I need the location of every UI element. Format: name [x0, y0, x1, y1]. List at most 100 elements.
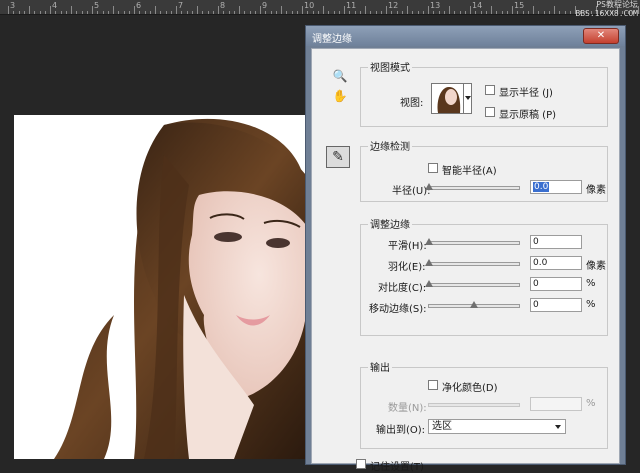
- ruler-number: 15: [514, 1, 525, 10]
- ruler-tick: [71, 6, 72, 14]
- ruler-minor-tick: [212, 11, 214, 14]
- radius-input[interactable]: 0.0: [530, 180, 582, 194]
- view-mode-group: [360, 67, 608, 127]
- smooth-input[interactable]: 0: [530, 235, 582, 249]
- ruler-tick: [491, 6, 492, 14]
- contrast-input[interactable]: 0: [530, 277, 582, 291]
- ruler-minor-tick: [454, 11, 456, 14]
- radius-value: 0.0: [533, 182, 550, 192]
- hand-icon[interactable]: ✋: [330, 87, 350, 105]
- ruler-minor-tick: [118, 11, 120, 14]
- dialog-titlebar[interactable]: 调整边缘 ✕: [306, 26, 625, 46]
- ruler-minor-tick: [506, 11, 508, 14]
- ruler-tick: [428, 6, 429, 14]
- ruler-minor-tick: [291, 11, 293, 14]
- show-original-checkbox[interactable]: [485, 107, 495, 117]
- ruler-number: 5: [94, 1, 100, 10]
- ruler-minor-tick: [249, 11, 251, 14]
- ruler-minor-tick: [543, 11, 545, 14]
- ruler-number: 7: [178, 1, 184, 10]
- refine-radius-brush-icon[interactable]: ✎: [326, 146, 350, 168]
- ruler-minor-tick: [559, 11, 561, 14]
- shift-edge-slider-thumb[interactable]: [470, 301, 478, 308]
- contrast-slider[interactable]: [425, 280, 520, 287]
- watermark: PS教程论坛 BBS.16XX8.COM: [575, 0, 638, 18]
- feather-label: 羽化(E):: [388, 262, 426, 273]
- smart-radius-label: 智能半径(A): [442, 166, 497, 177]
- ruler-minor-tick: [307, 11, 309, 14]
- show-radius-checkbox[interactable]: [485, 85, 495, 95]
- ruler-minor-tick: [86, 11, 88, 14]
- ruler-tick: [134, 6, 135, 14]
- ruler-minor-tick: [485, 11, 487, 14]
- show-radius-label: 显示半径 (J): [499, 88, 553, 99]
- ruler-minor-tick: [55, 11, 57, 14]
- ruler-minor-tick: [60, 11, 62, 14]
- shift-edge-label: 移动边缘(S):: [369, 304, 427, 315]
- ruler-minor-tick: [65, 11, 67, 14]
- amount-slider[interactable]: [428, 403, 520, 407]
- show-original-label: 显示原稿 (P): [499, 110, 557, 121]
- decontaminate-checkbox[interactable]: [428, 380, 438, 390]
- view-thumbnail[interactable]: [431, 83, 464, 114]
- radius-slider[interactable]: [425, 183, 520, 190]
- ruler-minor-tick: [123, 11, 125, 14]
- output-to-select[interactable]: 选区: [428, 419, 566, 434]
- shift-edge-slider[interactable]: [428, 301, 520, 308]
- contrast-unit: %: [586, 278, 596, 289]
- amount-unit: %: [586, 398, 596, 409]
- ruler-minor-tick: [480, 11, 482, 14]
- contrast-slider-thumb[interactable]: [425, 280, 433, 287]
- zoom-icon[interactable]: 🔍: [330, 67, 350, 85]
- chevron-down-icon: [465, 96, 471, 100]
- dialog-title: 调整边缘: [312, 34, 352, 45]
- ruler-minor-tick: [44, 11, 46, 14]
- document-canvas[interactable]: [14, 115, 306, 459]
- ruler-minor-tick: [354, 11, 356, 14]
- ruler-minor-tick: [149, 11, 151, 14]
- smart-radius-checkbox[interactable]: [428, 163, 438, 173]
- ruler-minor-tick: [228, 11, 230, 14]
- ruler-minor-tick: [564, 11, 566, 14]
- ruler-minor-tick: [186, 11, 188, 14]
- ruler-minor-tick: [522, 11, 524, 14]
- output-label: 输出: [368, 359, 392, 374]
- ruler-number: 4: [52, 1, 58, 10]
- view-label: 视图:: [400, 98, 424, 109]
- output-to-label: 输出到(O):: [376, 425, 426, 436]
- ruler-minor-tick: [13, 11, 15, 14]
- ruler-minor-tick: [475, 11, 477, 14]
- ruler-minor-tick: [170, 11, 172, 14]
- ruler-minor-tick: [165, 11, 167, 14]
- remember-settings-checkbox[interactable]: [356, 459, 366, 469]
- ruler-minor-tick: [275, 11, 277, 14]
- ruler-minor-tick: [370, 11, 372, 14]
- feather-slider[interactable]: [425, 259, 520, 266]
- ruler-minor-tick: [244, 11, 246, 14]
- ruler-tick: [344, 6, 345, 14]
- feather-slider-thumb[interactable]: [425, 259, 433, 266]
- ruler-tick: [239, 6, 240, 14]
- feather-input[interactable]: 0.0: [530, 256, 582, 270]
- ruler-minor-tick: [181, 11, 183, 14]
- ruler-number: 6: [136, 1, 142, 10]
- ruler-tick: [512, 6, 513, 14]
- remember-settings-label: 记住设置(T): [370, 462, 424, 473]
- ruler-minor-tick: [422, 11, 424, 14]
- ruler-minor-tick: [391, 11, 393, 14]
- view-dropdown-button[interactable]: [464, 83, 472, 114]
- amount-label: 数量(N):: [388, 403, 427, 414]
- ruler-tick: [92, 6, 93, 14]
- view-thumbnail-image: [432, 84, 463, 113]
- close-button[interactable]: ✕: [583, 28, 619, 44]
- ruler-number: 14: [472, 1, 483, 10]
- shift-edge-input[interactable]: 0: [530, 298, 582, 312]
- smooth-slider[interactable]: [425, 238, 520, 245]
- ruler-minor-tick: [517, 11, 519, 14]
- ruler-minor-tick: [359, 11, 361, 14]
- amount-input[interactable]: [530, 397, 582, 411]
- ruler-number: 11: [346, 1, 357, 10]
- edge-detection-label: 边缘检测: [368, 138, 412, 153]
- radius-slider-thumb[interactable]: [425, 183, 433, 190]
- smooth-slider-thumb[interactable]: [425, 238, 433, 245]
